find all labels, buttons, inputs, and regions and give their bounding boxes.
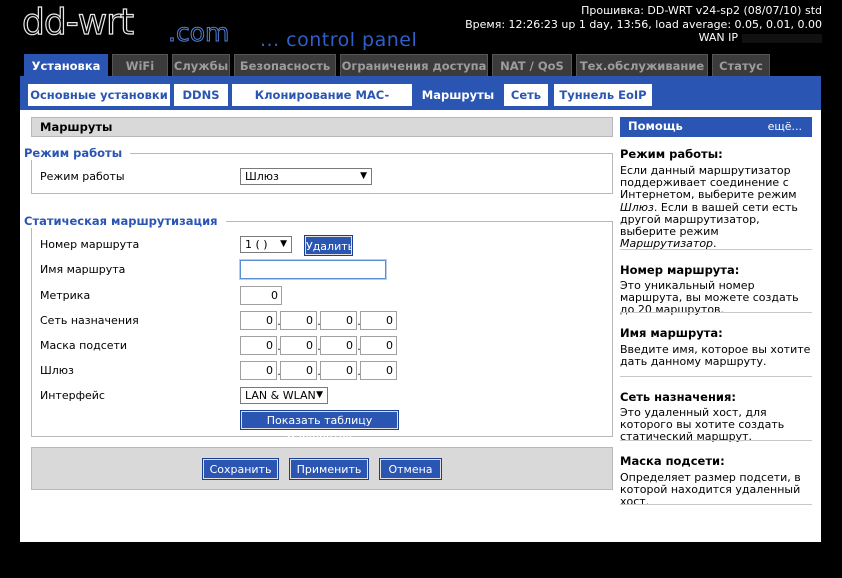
- subtab-mac-clone[interactable]: Клонирование MAC-адреса: [232, 84, 412, 124]
- help-route-name-title: Имя маршрута:: [620, 326, 723, 340]
- chevron-down-icon: ▼: [316, 390, 323, 400]
- logo-tagline: ... control panel: [260, 29, 418, 51]
- help-separator: [620, 504, 812, 505]
- interface-label: Интерфейс: [40, 389, 105, 402]
- interface-select[interactable]: LAN & WLAN ▼: [240, 387, 328, 404]
- help-operating-mode-title: Режим работы:: [620, 147, 723, 161]
- logo-suffix: .com: [167, 18, 230, 48]
- route-name-label: Имя маршрута: [40, 263, 126, 276]
- apply-button[interactable]: Применить: [289, 458, 369, 480]
- page: dd-wrt .com ... control panel Прошивка: …: [0, 0, 842, 578]
- wan-ip-label: WAN IP: [698, 31, 738, 44]
- mask-octet-2[interactable]: 0: [280, 336, 317, 355]
- gateway-octet-2[interactable]: 0: [280, 361, 317, 380]
- destination-octet-4[interactable]: 0: [360, 311, 397, 330]
- tab-services[interactable]: Службы: [172, 54, 230, 76]
- tab-administration[interactable]: Тех.обслуживание: [576, 54, 708, 76]
- subtab-basic-setup[interactable]: Основные установки: [28, 84, 170, 106]
- help-operating-mode-text: Если данный маршрутизатор поддерживает с…: [620, 164, 798, 251]
- tab-setup[interactable]: Установка: [24, 54, 108, 76]
- destination-network-label: Сеть назначения: [40, 314, 139, 327]
- metric-input[interactable]: 0: [240, 286, 282, 305]
- action-bar: Сохранить Применить Отмена: [31, 447, 613, 490]
- tab-nat-qos[interactable]: NAT / QoS: [492, 54, 572, 76]
- help-subnet-mask-title: Маска подсети:: [620, 454, 725, 468]
- route-number-select[interactable]: 1 ( ) ▼: [240, 236, 292, 253]
- logo: dd-wrt: [21, 2, 134, 43]
- subtab-ddns[interactable]: DDNS: [174, 84, 228, 106]
- help-destination-text: Это удаленный хост, для которого вы хоти…: [620, 406, 785, 444]
- tab-wifi[interactable]: WiFi: [112, 54, 168, 76]
- help-separator: [620, 249, 812, 250]
- route-number-label: Номер маршрута: [40, 238, 140, 251]
- route-name-input[interactable]: [239, 259, 387, 280]
- operating-mode-select[interactable]: Шлюз ▼: [240, 168, 372, 185]
- gateway-octet-1[interactable]: 0: [240, 361, 277, 380]
- chevron-down-icon: ▼: [360, 171, 367, 181]
- mask-octet-3[interactable]: 0: [320, 336, 357, 355]
- help-separator: [620, 376, 812, 377]
- interface-value: LAN & WLAN: [245, 389, 316, 402]
- delete-route-button[interactable]: Удалить: [304, 235, 354, 256]
- tab-security[interactable]: Безопасность: [234, 54, 336, 76]
- save-button[interactable]: Сохранить: [202, 458, 279, 480]
- subtab-eoip-tunnel[interactable]: Туннель EoIP: [554, 84, 652, 106]
- destination-octet-1[interactable]: 0: [240, 311, 277, 330]
- operating-mode-value: Шлюз: [245, 170, 279, 183]
- route-number-value: 1 ( ): [245, 238, 268, 251]
- subtab-routing[interactable]: Маршруты: [418, 84, 498, 106]
- help-separator: [620, 440, 812, 441]
- cancel-button[interactable]: Отмена: [379, 458, 442, 480]
- page-title: Маршруты: [31, 117, 613, 137]
- destination-octet-3[interactable]: 0: [320, 311, 357, 330]
- gateway-label: Шлюз: [40, 364, 74, 377]
- help-separator: [620, 312, 812, 313]
- static-routing-legend: Статическая маршрутизация: [24, 214, 226, 228]
- uptime: Время: 12:26:23 up 1 day, 13:56, load av…: [465, 17, 822, 31]
- subtab-networking[interactable]: Сеть: [504, 84, 548, 106]
- help-more-link[interactable]: ещё...: [768, 117, 802, 136]
- firmware-version: Прошивка: DD-WRT v24-sp2 (08/07/10) std: [581, 4, 822, 17]
- gateway-octet-3[interactable]: 0: [320, 361, 357, 380]
- router-status-info: Прошивка: DD-WRT v24-sp2 (08/07/10) std …: [465, 4, 822, 45]
- tab-status[interactable]: Статус: [712, 54, 770, 76]
- content-area: Маршруты Режим работы Режим работы Шлюз …: [20, 110, 821, 542]
- mask-octet-4[interactable]: 0: [360, 336, 397, 355]
- destination-octet-2[interactable]: 0: [280, 311, 317, 330]
- help-destination-title: Сеть назначения:: [620, 390, 736, 404]
- mask-octet-1[interactable]: 0: [240, 336, 277, 355]
- gateway-octet-4[interactable]: 0: [360, 361, 397, 380]
- metric-label: Метрика: [40, 289, 91, 302]
- chevron-down-icon: ▼: [280, 239, 287, 249]
- help-header: Помощь ещё...: [620, 117, 812, 137]
- subnet-mask-label: Маска подсети: [40, 339, 128, 352]
- sub-tabs-bar: Основные установки DDNS Клонирование MAC…: [20, 76, 821, 124]
- show-routing-table-button[interactable]: Показать таблицу маршрутов: [240, 410, 399, 444]
- operating-mode-label: Режим работы: [40, 170, 125, 183]
- operating-mode-legend: Режим работы: [24, 146, 131, 160]
- help-title: Помощь: [628, 119, 683, 133]
- help-route-name-text: Введите имя, которое вы хотите дать данн…: [620, 343, 811, 369]
- wan-ip: WAN IP: [465, 31, 822, 45]
- tab-access-restrictions[interactable]: Ограничения доступа: [340, 54, 488, 76]
- help-route-number-title: Номер маршрута:: [620, 263, 740, 277]
- wan-ip-value: [742, 33, 822, 43]
